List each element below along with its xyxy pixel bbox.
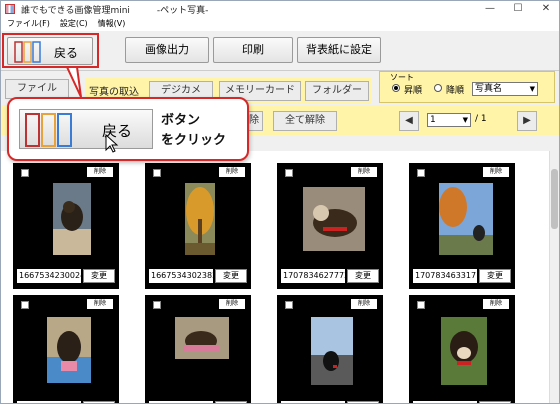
menu-settings[interactable]: 設定(C)	[60, 17, 88, 31]
sort-field-select[interactable]: 写真名 ▼	[472, 82, 538, 96]
card-change-button[interactable]: 変更	[83, 269, 115, 283]
photo-thumbnail[interactable]	[185, 183, 215, 255]
sort-field-value: 写真名	[475, 84, 503, 94]
card-delete-button[interactable]: 削除	[219, 167, 245, 177]
card-checkbox[interactable]	[153, 169, 161, 177]
export-button[interactable]: 画像出力	[125, 37, 209, 63]
photo-card: 削除 1667534302382 変更	[145, 163, 251, 289]
photo-card: 削除 1667534230024 変更	[13, 163, 119, 289]
wallpaper-button[interactable]: 背表紙に設定	[297, 37, 381, 63]
card-filename: 1667534230024	[17, 269, 81, 283]
card-filename: 1707834633171	[413, 269, 477, 283]
photo-card: 削除 1709975756170 変更	[13, 295, 119, 403]
card-checkbox[interactable]	[21, 301, 29, 309]
callout-line-1: ボタン	[161, 113, 201, 128]
photo-thumbnail[interactable]	[47, 317, 91, 383]
next-page-button[interactable]: ▶	[517, 111, 537, 131]
photo-thumbnail[interactable]	[53, 183, 91, 255]
card-change-button[interactable]: 変更	[479, 269, 511, 283]
vertical-scrollbar[interactable]	[549, 151, 559, 403]
card-change-button[interactable]: 変更	[347, 269, 379, 283]
scrollbar-thumb[interactable]	[551, 169, 558, 229]
callout-line-2: をクリック	[161, 133, 227, 148]
photo-card: 削除 1709975787198 変更	[145, 295, 251, 403]
photo-card: 削除 1716633685509 変更	[409, 295, 515, 403]
card-delete-button[interactable]: 削除	[219, 299, 245, 309]
photo-card: 削除 1707834627772 変更	[277, 163, 383, 289]
photo-thumbnail[interactable]	[441, 317, 487, 385]
print-button[interactable]: 印刷	[213, 37, 293, 63]
menu-info[interactable]: 情報(V)	[98, 17, 126, 31]
card-checkbox[interactable]	[285, 301, 293, 309]
import-label: 写真の取込	[89, 87, 139, 98]
photo-card: 削除 1707834633171 変更	[409, 163, 515, 289]
callout-pointer	[65, 67, 82, 98]
sort-desc-radio[interactable]	[434, 84, 442, 92]
card-delete-button[interactable]: 削除	[351, 299, 377, 309]
page-current: 1	[430, 115, 436, 125]
sort-asc-label: 昇順	[404, 86, 423, 96]
photo-card: 削除 1715472630344 変更	[277, 295, 383, 403]
callout-instruction: ボタン をクリック	[161, 111, 226, 151]
chevron-right-icon: ▶	[523, 115, 531, 126]
chevron-left-icon: ◀	[405, 115, 413, 126]
sort-asc-radio[interactable]	[392, 84, 400, 92]
photo-thumbnail[interactable]	[303, 187, 365, 251]
prev-page-button[interactable]: ◀	[399, 111, 419, 131]
card-checkbox[interactable]	[21, 169, 29, 177]
maximize-button[interactable]: ☐	[505, 1, 531, 17]
callout-back-button: 戻る	[19, 109, 153, 153]
sort-desc-label: 降順	[446, 86, 465, 96]
app-icon	[5, 4, 15, 14]
card-filename: 1707834627772	[281, 269, 345, 283]
folder-button[interactable]: フォルダー	[305, 81, 369, 101]
uncheck-all-button[interactable]: 全て解除	[273, 111, 337, 131]
minimize-button[interactable]: —	[477, 1, 503, 17]
card-delete-button[interactable]: 削除	[87, 299, 113, 309]
card-filename: 1667534302382	[149, 269, 213, 283]
photo-thumbnail[interactable]	[439, 183, 493, 255]
photo-thumbnail[interactable]	[175, 317, 229, 359]
photo-thumbnail[interactable]	[311, 317, 353, 385]
menu-bar: ファイル(F) 設定(C) 情報(V)	[1, 17, 559, 31]
card-delete-button[interactable]: 削除	[483, 299, 509, 309]
card-checkbox[interactable]	[417, 301, 425, 309]
card-delete-button[interactable]: 削除	[351, 167, 377, 177]
back-icon	[25, 113, 72, 147]
app-window: 誰でもできる画像管理mini -ペット写真- — ☐ ✕ ファイル(F) 設定(…	[0, 0, 560, 404]
menu-file[interactable]: ファイル(F)	[7, 17, 50, 31]
sort-group: ソート 昇順 降順 写真名 ▼	[379, 71, 555, 103]
cursor-icon	[105, 134, 119, 153]
card-delete-button[interactable]: 削除	[483, 167, 509, 177]
page-select[interactable]: 1 ▼	[427, 113, 471, 127]
chevron-down-icon: ▼	[529, 85, 535, 93]
chevron-down-icon: ▼	[462, 116, 468, 124]
card-checkbox[interactable]	[153, 301, 161, 309]
card-change-button[interactable]: 変更	[215, 269, 247, 283]
page-total: / 1	[475, 114, 487, 124]
window-title: 誰でもできる画像管理mini -ペット写真-	[21, 5, 209, 16]
title-bar: 誰でもできる画像管理mini -ペット写真- — ☐ ✕	[1, 1, 559, 17]
card-checkbox[interactable]	[285, 169, 293, 177]
back-button-highlight	[2, 33, 99, 68]
card-checkbox[interactable]	[417, 169, 425, 177]
sort-label: ソート	[390, 73, 414, 82]
card-delete-button[interactable]: 削除	[87, 167, 113, 177]
close-button[interactable]: ✕	[533, 1, 559, 17]
